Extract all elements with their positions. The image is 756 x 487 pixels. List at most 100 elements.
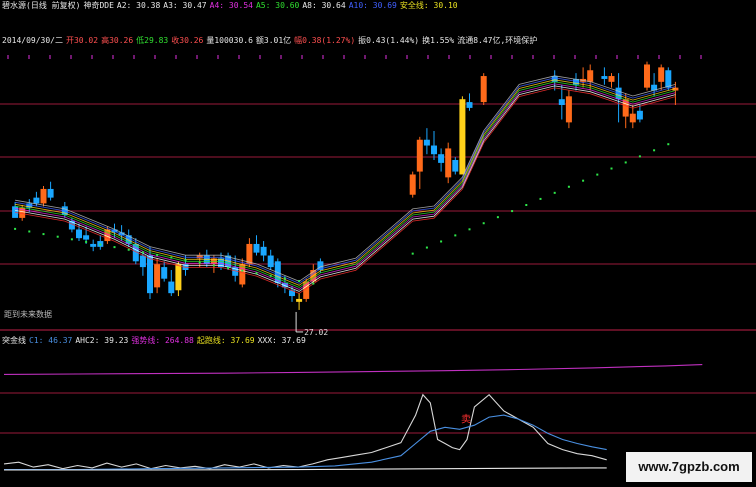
candle-body-17 [139,255,146,268]
ma-line-3 [15,81,676,288]
ohlc-value-2: 高30.26 [101,36,134,45]
ohlc-value-10: 流通8.47亿,环境保护 [457,36,538,45]
candle-body-44 [423,139,430,146]
watermark: www.7gpzb.com [626,452,752,482]
candle-body-46 [438,154,445,163]
header-value-4: A4: 30.54 [209,1,253,10]
support-dot-6 [99,243,102,246]
candle-body-33 [260,246,267,256]
ohlc-value-9: 换1.55% [422,36,455,45]
candle-body-4 [40,188,47,204]
candle-body-18 [147,255,153,294]
candle-body-20 [161,267,168,279]
ma-line-5 [15,77,676,284]
support-dot-20 [298,279,301,282]
support-dot-9 [141,251,144,254]
header-value-6: A8: 30.64 [302,1,346,10]
ma-line-6 [15,75,676,282]
support-dot-2 [42,233,45,236]
indicator-label-0: 突金线 [2,336,26,345]
indicator-line-2 [4,414,607,471]
header-value-1: 神奇DDE [83,1,114,10]
ohlc-value-5: 量100030.6 [206,36,253,45]
candle-body-53 [558,99,565,105]
candle-body-58 [601,76,608,79]
support-dot-21 [312,282,315,285]
candle-body-31 [246,243,253,265]
support-dot-12 [184,259,187,262]
candle-body-51 [480,76,487,103]
candle-body-49 [459,99,466,175]
support-dot-33 [567,185,570,188]
header-line-2: 2014/09/30/二 开30.02 高30.26 低29.83 收30.26 量100… [2,36,540,46]
candle-body-48 [452,160,459,172]
candle-body-62 [629,113,636,123]
indicator-label-1: C1: 46.37 [29,336,73,345]
support-dot-18 [269,274,272,277]
ohlc-value-1: 开30.02 [65,36,99,45]
candle-body-10 [90,243,97,247]
support-dot-1 [28,230,31,233]
support-dot-27 [482,222,485,225]
support-dot-10 [156,253,159,256]
candlestick-chart-svg[interactable]: 27.02卖 [0,0,756,487]
candle-body-0 [12,206,19,218]
candle-body-9 [83,235,90,240]
candle-body-19 [154,264,161,288]
support-dot-3 [56,235,59,238]
support-dot-13 [198,261,201,264]
candle-body-64 [644,64,650,88]
ohlc-value-4: 收30.26 [171,36,204,45]
indicator-label-4: 起跑线: 37.69 [196,336,255,345]
candle-body-59 [608,76,615,82]
ohlc-value-0: 2014/09/30/二 [2,36,63,45]
support-dot-35 [596,173,599,176]
support-dot-38 [638,155,641,158]
indicator-labels: 突金线 C1: 46.37 AHC2: 39.23 强势线: 264.88 起跑线: 3… [2,336,309,346]
candle-body-32 [253,243,260,253]
ohlc-value-7: 幅0.38(1.27%) [294,36,356,45]
support-dot-30 [525,204,528,206]
support-dot-37 [624,161,627,164]
support-dot-25 [454,234,457,237]
header-value-0: 碧水源(日线 前复权) [2,1,81,10]
candle-body-8 [76,229,82,239]
sell-signal-label: 卖 [461,414,471,426]
support-dot-19 [283,277,286,280]
header-value-7: A10: 30.69 [348,1,397,10]
candle-body-47 [445,148,452,178]
support-dot-32 [553,191,556,194]
candle-body-57 [587,70,594,82]
candle-body-22 [175,264,182,291]
support-dot-36 [610,167,613,170]
support-dot-15 [227,266,230,269]
support-dot-40 [667,143,670,146]
candle-body-50 [466,102,473,108]
ohlc-value-8: 振0.43(1.44%) [358,36,420,45]
support-dot-31 [539,197,542,200]
candle-body-21 [168,281,175,294]
support-dot-22 [411,252,414,255]
header-value-5: A5: 30.60 [255,1,300,10]
support-dot-39 [653,149,656,152]
support-dot-29 [511,210,514,213]
header-value-2: A2: 30.38 [116,1,161,10]
indicator-line-1 [3,393,607,470]
support-dot-17 [255,272,258,275]
support-dot-23 [425,246,428,249]
indicator-label-2: AHC2: 39.23 [75,336,129,345]
support-dot-4 [70,238,73,241]
support-dot-16 [241,269,244,272]
support-dot-5 [85,240,88,243]
ohlc-value-3: 低29.83 [136,36,169,45]
support-dot-7 [113,246,116,249]
support-dot-11 [170,256,173,259]
candle-body-66 [658,67,665,82]
candle-body-54 [565,96,572,123]
candle-body-3 [33,197,40,204]
support-dot-14 [212,264,215,267]
ma-line-4 [15,79,676,286]
candle-body-42 [409,174,416,195]
support-dot-26 [468,228,471,231]
candle-body-67 [665,70,672,88]
